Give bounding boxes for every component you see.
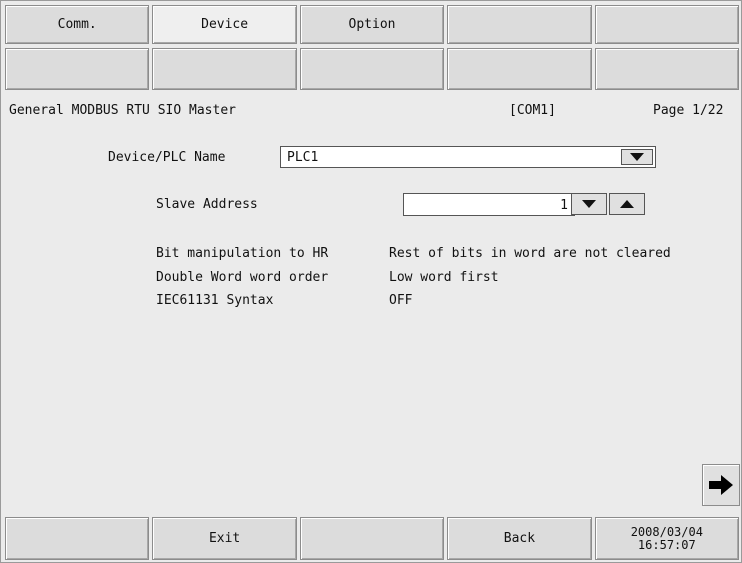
tab-empty-4 xyxy=(447,5,592,44)
driver-title: General MODBUS RTU SIO Master xyxy=(9,103,236,118)
slave-address-increment-button[interactable] xyxy=(609,193,645,215)
slave-address-label: Slave Address xyxy=(156,197,258,212)
setting-label: Double Word word order xyxy=(156,270,329,285)
datetime-display: 2008/03/04 16:57:07 xyxy=(594,517,740,560)
triangle-down-icon xyxy=(582,200,596,208)
slave-address-input[interactable]: 1 xyxy=(403,193,575,216)
bottom-button-row: Exit Back 2008/03/04 16:57:07 xyxy=(5,517,740,560)
page-indicator: Page 1/22 xyxy=(653,103,724,118)
device-name-label: Device/PLC Name xyxy=(108,150,226,165)
secondary-cell xyxy=(594,48,740,90)
tab-option[interactable]: Option xyxy=(299,5,445,44)
secondary-cell xyxy=(152,48,297,90)
tab-empty-5 xyxy=(594,5,740,44)
triangle-up-icon xyxy=(620,200,634,208)
top-tab-row: Comm. Device Option xyxy=(5,5,740,44)
settings-panel: General MODBUS RTU SIO Master [COM1] Pag… xyxy=(5,94,740,513)
setting-value: Low word first xyxy=(389,270,499,285)
device-name-dropdown[interactable]: PLC1 xyxy=(280,146,656,168)
secondary-cell xyxy=(5,48,150,90)
secondary-tab-row xyxy=(5,48,740,90)
slave-address-decrement-button[interactable] xyxy=(571,193,607,215)
exit-button[interactable]: Exit xyxy=(152,517,297,560)
secondary-cell xyxy=(447,48,592,90)
triangle-down-icon[interactable] xyxy=(621,149,653,165)
slave-address-value: 1 xyxy=(560,198,568,213)
setting-value: Rest of bits in word are not cleared xyxy=(389,246,671,261)
setting-label: IEC61131 Syntax xyxy=(156,293,274,308)
device-settings-screen: Comm. Device Option General MODBUS RTU S… xyxy=(0,0,742,563)
port-label: [COM1] xyxy=(509,103,556,118)
setting-label: Bit manipulation to HR xyxy=(156,246,329,261)
arrow-right-icon xyxy=(709,475,733,495)
tab-comm[interactable]: Comm. xyxy=(5,5,150,44)
bottom-empty-1 xyxy=(5,517,150,560)
bottom-empty-3 xyxy=(299,517,445,560)
device-name-value: PLC1 xyxy=(287,150,319,165)
next-page-button[interactable] xyxy=(702,464,740,506)
secondary-cell xyxy=(299,48,445,90)
setting-value: OFF xyxy=(389,293,413,308)
tab-device[interactable]: Device xyxy=(152,5,297,44)
back-button[interactable]: Back xyxy=(447,517,592,560)
time-text: 16:57:07 xyxy=(637,537,696,552)
date-text: 2008/03/04 xyxy=(630,524,703,539)
